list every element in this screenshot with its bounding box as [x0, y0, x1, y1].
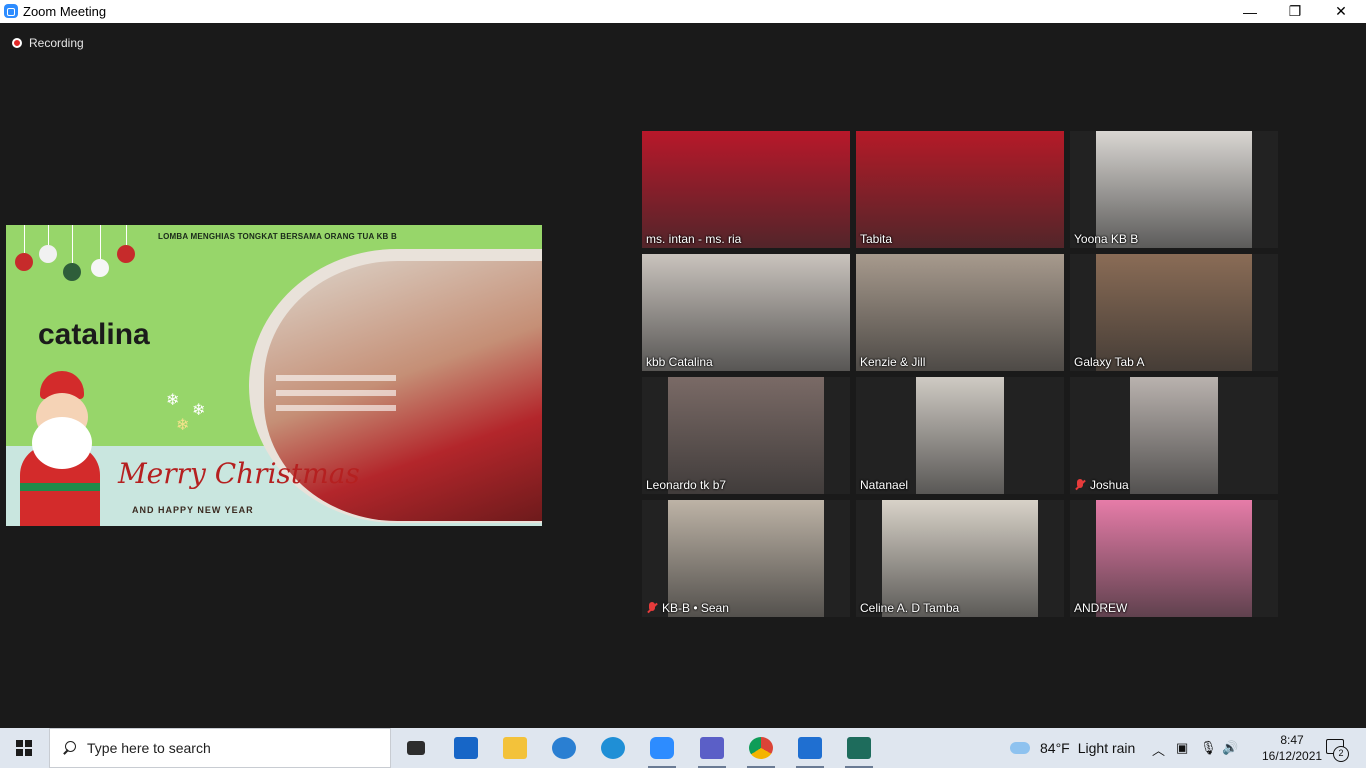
zoom-icon: [650, 737, 674, 759]
speaker-icon[interactable]: 🔊: [1222, 740, 1238, 756]
participant-label: ANDREW: [1074, 601, 1128, 615]
video-feed: [642, 254, 850, 371]
teams-button[interactable]: [688, 728, 736, 768]
restore-button[interactable]: ❐: [1272, 0, 1318, 23]
vpn-icon: [552, 737, 576, 759]
shared-screen: LOMBA MENGHIAS TONGKAT BERSAMA ORANG TUA…: [6, 225, 542, 526]
presentation-icon: [798, 737, 822, 759]
presentation-button[interactable]: [786, 728, 834, 768]
mail-icon: [454, 737, 478, 759]
minimize-button[interactable]: —: [1227, 0, 1273, 23]
subgreeting-text: AND HAPPY NEW YEAR: [132, 505, 254, 515]
file-explorer-button[interactable]: [491, 728, 539, 768]
vpn-button[interactable]: [540, 728, 588, 768]
video-tile[interactable]: ANDREW: [1070, 500, 1278, 617]
snowflake-icon: ❄: [166, 392, 180, 409]
zoom-button[interactable]: [638, 728, 686, 768]
video-feed: [668, 500, 824, 617]
ornament-icon: [91, 259, 109, 277]
participant-name-title: catalina: [38, 318, 150, 351]
microphone-icon[interactable]: 🎙: [1200, 740, 1217, 756]
edge-icon: [601, 737, 625, 759]
participant-label: Tabita: [860, 232, 893, 246]
video-tile[interactable]: ms. intan - ms. ria: [642, 131, 850, 248]
clock-time: 8:47: [1280, 733, 1304, 747]
task-view-button[interactable]: [392, 728, 440, 768]
filmora-button[interactable]: [835, 728, 883, 768]
mail-button[interactable]: [442, 728, 490, 768]
zoom-logo-icon: [4, 4, 18, 18]
ornament-icon: [63, 263, 81, 281]
video-tile[interactable]: Natanael: [856, 377, 1064, 494]
participant-label: Natanael: [860, 478, 909, 492]
taskbar: Type here to search 84°F Light rain ︿ ▣ …: [0, 728, 1366, 768]
chrome-icon: [749, 737, 773, 759]
video-tile[interactable]: Tabita: [856, 131, 1064, 248]
chrome-button[interactable]: [737, 728, 785, 768]
participant-label: Celine A. D Tamba: [860, 601, 960, 615]
video-tile[interactable]: Joshua: [1070, 377, 1278, 494]
weather-widget[interactable]: 84°F Light rain: [1010, 728, 1135, 768]
muted-mic-icon: [1074, 479, 1086, 491]
participant-label: Leonardo tk b7: [646, 478, 727, 492]
video-tile[interactable]: Leonardo tk b7: [642, 377, 850, 494]
video-tile[interactable]: kbb Catalina: [642, 254, 850, 371]
recording-label: Recording: [29, 36, 84, 50]
ornament-icon: [39, 245, 57, 263]
video-feed: [882, 500, 1038, 617]
snowflake-icon: ❄: [176, 417, 190, 434]
search-placeholder: Type here to search: [87, 740, 211, 756]
video-tile[interactable]: Celine A. D Tamba: [856, 500, 1064, 617]
windows-icon: [16, 740, 32, 756]
notification-badge: 2: [1333, 746, 1349, 762]
participant-label: KB-B • Sean: [646, 601, 729, 615]
teams-icon: [700, 737, 724, 759]
window-title: Zoom Meeting: [23, 4, 107, 19]
video-tile[interactable]: Kenzie & Jill: [856, 254, 1064, 371]
video-tile[interactable]: KB-B • Sean: [642, 500, 850, 617]
task-view-icon: [407, 741, 425, 755]
file-explorer-icon: [503, 737, 527, 759]
clock-date: 16/12/2021: [1262, 749, 1323, 763]
title-bar: Zoom Meeting — ❐ ✕: [0, 0, 1366, 23]
participant-label: Galaxy Tab A: [1074, 355, 1145, 369]
chevron-up-icon[interactable]: ︿: [1152, 740, 1165, 759]
weather-condition: Light rain: [1077, 740, 1136, 756]
participant-label: ms. intan - ms. ria: [646, 232, 742, 246]
video-feed: [1130, 377, 1218, 494]
participant-label: kbb Catalina: [646, 355, 713, 369]
ornament-icon: [117, 245, 135, 263]
ornament-icon: [15, 253, 33, 271]
close-button[interactable]: ✕: [1318, 0, 1364, 23]
muted-mic-icon: [646, 602, 658, 614]
snowflake-icon: ❄: [192, 402, 206, 419]
video-feed: [1096, 254, 1252, 371]
taskbar-search[interactable]: Type here to search: [49, 728, 391, 768]
video-feed: [856, 254, 1064, 371]
rain-cloud-icon: [1010, 742, 1030, 754]
search-icon: [63, 741, 77, 755]
video-feed: [856, 131, 1064, 248]
clock[interactable]: 8:47 16/12/2021: [1262, 732, 1322, 764]
weather-temp: 84°F: [1040, 740, 1070, 756]
filmora-icon: [847, 737, 871, 759]
video-tile[interactable]: Yoona KB B: [1070, 131, 1278, 248]
video-feed: [1096, 131, 1252, 248]
participant-label: Joshua: [1074, 478, 1129, 492]
video-feed: [642, 131, 850, 248]
share-heading: LOMBA MENGHIAS TONGKAT BERSAMA ORANG TUA…: [158, 232, 397, 241]
video-feed: [916, 377, 1004, 494]
edge-button[interactable]: [589, 728, 637, 768]
video-tile[interactable]: Galaxy Tab A: [1070, 254, 1278, 371]
greeting-text: Merry Christmas: [118, 457, 360, 490]
participant-label: Yoona KB B: [1074, 232, 1139, 246]
participant-label: Kenzie & Jill: [860, 355, 926, 369]
camera-tray-icon[interactable]: ▣: [1176, 740, 1188, 756]
recording-indicator[interactable]: Recording: [12, 36, 84, 50]
video-feed: [1096, 500, 1252, 617]
record-icon: [12, 38, 22, 48]
start-button[interactable]: [0, 728, 48, 768]
video-feed: [668, 377, 824, 494]
